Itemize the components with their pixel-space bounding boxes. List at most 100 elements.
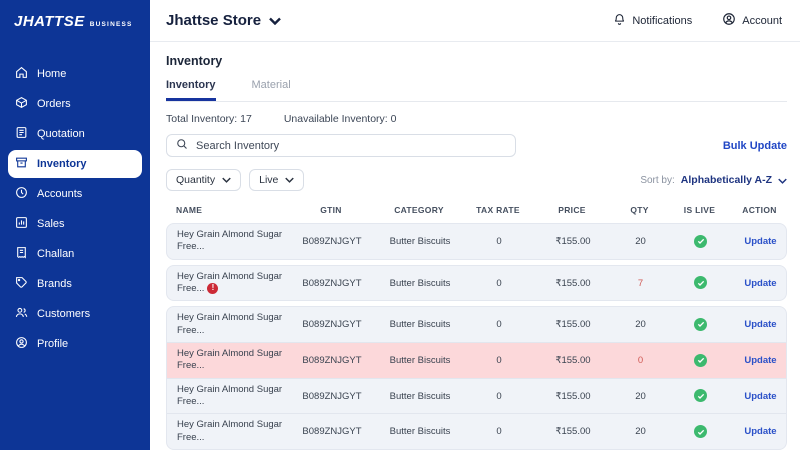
category-cell: Butter Biscuits: [375, 278, 465, 289]
sidebar-item-quotation[interactable]: Quotation: [8, 120, 142, 148]
price-cell: ₹155.00: [533, 319, 613, 330]
filters: Quantity Live: [166, 169, 304, 191]
product-name: Hey Grain Almond Sugar Free...: [177, 312, 282, 335]
sidebar-item-inventory[interactable]: Inventory: [8, 150, 142, 178]
table-row: Hey Grain Almond Sugar Free...B089ZNJGYT…: [167, 378, 786, 414]
sidebar-item-orders[interactable]: Orders: [8, 90, 142, 118]
topbar: Jhattse Store Notifications Account: [150, 0, 800, 42]
column-header-price: PRICE: [532, 205, 612, 215]
column-header-name: NAME: [166, 205, 288, 215]
is-live-cell: [668, 389, 733, 403]
sales-icon: [15, 216, 28, 232]
action-cell: Update: [733, 391, 787, 402]
bulk-update-link[interactable]: Bulk Update: [723, 140, 787, 152]
account-icon: [722, 12, 736, 29]
tax-rate-cell: 0: [465, 236, 533, 247]
tax-rate-cell: 0: [465, 355, 533, 366]
gtin-cell: B089ZNJGYT: [289, 236, 375, 247]
qty-cell: 20: [613, 426, 668, 437]
orders-icon: [15, 96, 28, 112]
qty-cell: 0: [613, 355, 668, 366]
tab-inventory[interactable]: Inventory: [166, 79, 216, 101]
sidebar-item-label: Brands: [37, 278, 72, 290]
tab-material[interactable]: Material: [252, 79, 291, 101]
sidebar: JHATTSE BUSINESS Home Orders Quotation I…: [0, 0, 150, 450]
update-button[interactable]: Update: [744, 236, 776, 247]
product-name: Hey Grain Almond Sugar Free...: [177, 348, 282, 371]
update-button[interactable]: Update: [744, 278, 776, 289]
update-button[interactable]: Update: [744, 355, 776, 366]
account-label: Account: [742, 15, 782, 27]
sidebar-item-profile[interactable]: Profile: [8, 330, 142, 358]
filter-label: Quantity: [176, 174, 215, 186]
search-input[interactable]: [196, 140, 506, 152]
main-content: Inventory Inventory Material Total Inven…: [150, 42, 800, 450]
update-button[interactable]: Update: [744, 426, 776, 437]
price-cell: ₹155.00: [533, 355, 613, 366]
sidebar-item-label: Quotation: [37, 128, 85, 140]
table-row: Hey Grain Almond Sugar Free...B089ZNJGYT…: [167, 413, 786, 449]
unavailable-inventory-stat: Unavailable Inventory: 0: [284, 113, 397, 125]
qty-cell: 20: [613, 391, 668, 402]
action-cell: Update: [733, 426, 787, 437]
sidebar-item-label: Customers: [37, 308, 90, 320]
notifications-button[interactable]: Notifications: [613, 13, 692, 29]
table-row: Hey Grain Almond Sugar Free...!B089ZNJGY…: [167, 266, 786, 301]
stat-label: Unavailable Inventory:: [284, 113, 388, 125]
sidebar-item-label: Orders: [37, 98, 71, 110]
live-check-icon: [694, 425, 707, 438]
sidebar-item-sales[interactable]: Sales: [8, 210, 142, 238]
table-header: NAME GTIN CATEGORY TAX RATE PRICE QTY IS…: [166, 205, 787, 215]
action-cell: Update: [733, 319, 787, 330]
qty-cell: 7: [613, 278, 668, 289]
profile-icon: [15, 336, 28, 352]
sort-dropdown[interactable]: Sort by: Alphabetically A-Z: [640, 171, 787, 189]
sidebar-item-accounts[interactable]: Accounts: [8, 180, 142, 208]
sidebar-item-label: Inventory: [37, 158, 87, 170]
product-name-cell: Hey Grain Almond Sugar Free...: [167, 229, 289, 254]
sidebar-item-label: Challan: [37, 248, 74, 260]
brand-suffix: BUSINESS: [90, 21, 133, 28]
sidebar-item-home[interactable]: Home: [8, 60, 142, 88]
price-cell: ₹155.00: [533, 426, 613, 437]
update-button[interactable]: Update: [744, 391, 776, 402]
total-inventory-stat: Total Inventory: 17: [166, 113, 252, 125]
search-box[interactable]: [166, 134, 516, 157]
sidebar-item-brands[interactable]: Brands: [8, 270, 142, 298]
price-cell: ₹155.00: [533, 391, 613, 402]
gtin-cell: B089ZNJGYT: [289, 278, 375, 289]
product-name-cell: Hey Grain Almond Sugar Free...: [167, 348, 289, 373]
action-cell: Update: [733, 278, 787, 289]
chevron-down-icon: [222, 174, 231, 186]
sidebar-item-label: Profile: [37, 338, 68, 350]
quantity-filter-dropdown[interactable]: Quantity: [166, 169, 241, 191]
action-cell: Update: [733, 236, 787, 247]
chevron-down-icon: [285, 174, 294, 186]
sidebar-item-challan[interactable]: Challan: [8, 240, 142, 268]
product-name-cell: Hey Grain Almond Sugar Free...: [167, 384, 289, 409]
inventory-icon: [15, 156, 28, 172]
stat-value: 17: [240, 113, 252, 125]
tax-rate-cell: 0: [465, 319, 533, 330]
brand-name: JHATTSE: [14, 13, 85, 30]
table-row-group: Hey Grain Almond Sugar Free...B089ZNJGYT…: [166, 306, 787, 450]
sidebar-item-customers[interactable]: Customers: [8, 300, 142, 328]
quotation-icon: [15, 126, 28, 142]
sidebar-item-label: Sales: [37, 218, 65, 230]
live-filter-dropdown[interactable]: Live: [249, 169, 304, 191]
tabs: Inventory Material: [166, 79, 787, 102]
category-cell: Butter Biscuits: [375, 426, 465, 437]
alert-icon: !: [207, 283, 218, 294]
notifications-label: Notifications: [632, 15, 692, 27]
sidebar-item-label: Accounts: [37, 188, 82, 200]
live-check-icon: [694, 354, 707, 367]
is-live-cell: [668, 276, 733, 290]
store-selector[interactable]: Jhattse Store: [166, 12, 281, 29]
update-button[interactable]: Update: [744, 319, 776, 330]
account-button[interactable]: Account: [722, 12, 782, 29]
tax-rate-cell: 0: [465, 391, 533, 402]
price-cell: ₹155.00: [533, 278, 613, 289]
product-name: Hey Grain Almond Sugar Free...: [177, 229, 282, 252]
stat-value: 0: [391, 113, 397, 125]
column-header-category: CATEGORY: [374, 205, 464, 215]
